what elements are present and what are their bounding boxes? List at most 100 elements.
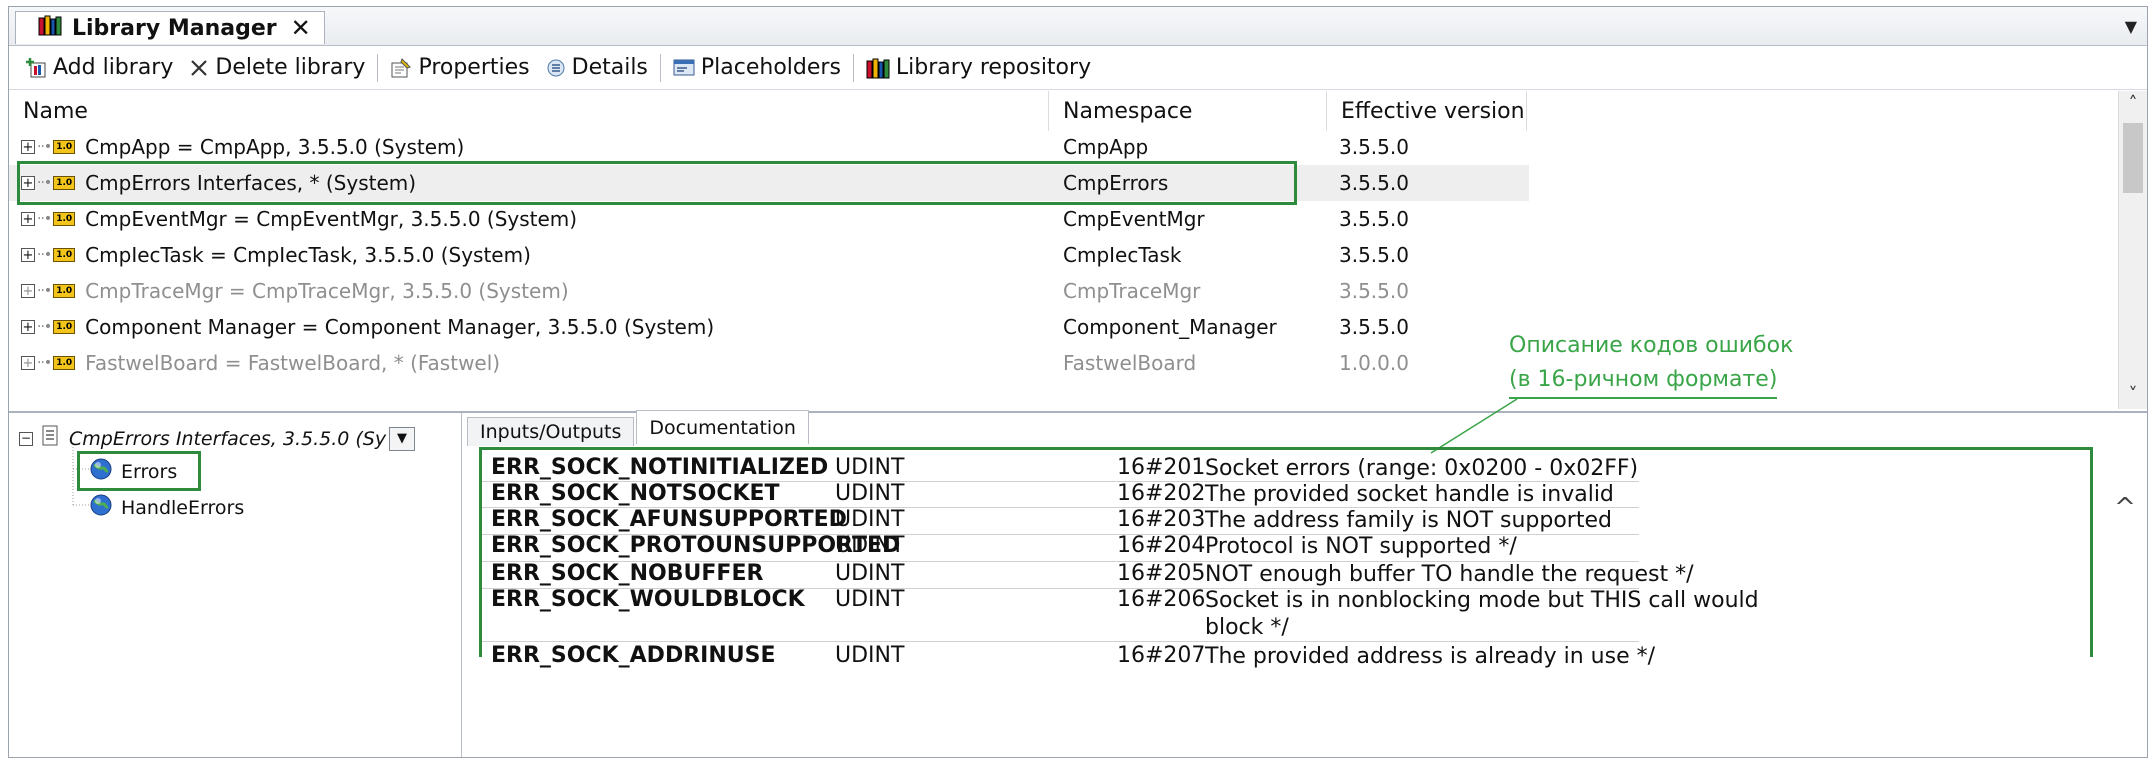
- expand-icon[interactable]: +: [21, 320, 35, 334]
- tree-connector: ··•: [37, 355, 52, 371]
- scroll-down-icon[interactable]: ˅: [2119, 384, 2147, 405]
- library-version: 3.5.5.0: [1339, 135, 1409, 159]
- scroll-up-icon[interactable]: ^: [2103, 493, 2147, 523]
- toolbar-separator: [377, 53, 379, 82]
- library-version-icon: 1.0: [53, 248, 76, 262]
- column-header-name[interactable]: Name: [9, 91, 1049, 131]
- tab-library-manager[interactable]: Library Manager ✕: [15, 11, 325, 44]
- toolbar-separator: [659, 53, 661, 82]
- tree-root[interactable]: − CmpErrors Interfaces, 3.5.5.0 (Sy ▼: [19, 425, 415, 452]
- properties-icon: [390, 57, 412, 79]
- library-namespace: FastwelBoard: [1063, 351, 1197, 375]
- expand-icon[interactable]: +: [21, 140, 35, 154]
- add-library-button[interactable]: Add library: [17, 50, 181, 86]
- details-label: Details: [571, 55, 648, 80]
- library-version: 3.5.5.0: [1339, 171, 1409, 195]
- library-namespace: CmpApp: [1063, 135, 1149, 159]
- tab-list-dropdown-icon[interactable]: ▼: [2125, 17, 2137, 36]
- annotation-line-1: Описание кодов ошибок: [1509, 333, 1794, 358]
- highlight-box-error-codes: [479, 447, 2093, 657]
- globe-icon: [89, 493, 113, 522]
- library-version-icon: 1.0: [53, 212, 76, 226]
- library-row[interactable]: + ··• 1.0 Component Manager = Component Man…: [9, 309, 1529, 345]
- expand-icon[interactable]: +: [21, 212, 35, 226]
- document-icon: [41, 425, 61, 452]
- tree-connector: ··•: [37, 319, 52, 335]
- expand-icon[interactable]: +: [21, 248, 35, 262]
- library-row[interactable]: + ··• 1.0 CmpTraceMgr = CmpTraceMgr, 3.5.5.…: [9, 273, 1529, 309]
- tab-title: Library Manager: [72, 15, 277, 41]
- library-row[interactable]: + ··• 1.0 CmpIecTask = CmpIecTask, 3.5.5.0 …: [9, 237, 1529, 273]
- add-library-label: Add library: [53, 55, 174, 80]
- tree-connector: ··•: [37, 211, 52, 227]
- annotation-line-2: (в 16-ричном формате): [1509, 363, 1778, 399]
- library-name: Component Manager = Component Manager, 3…: [85, 315, 715, 339]
- collapse-icon[interactable]: −: [19, 431, 33, 446]
- sub-tabs: Inputs/Outputs Documentation: [467, 410, 811, 446]
- library-name: CmpIecTask = CmpIecTask, 3.5.5.0 (System…: [85, 243, 531, 267]
- library-tree: − CmpErrors Interfaces, 3.5.5.0 (Sy ▼ Er…: [9, 413, 462, 757]
- library-name: FastwelBoard = FastwelBoard, * (Fastwel): [85, 351, 501, 375]
- annotation-text: Описание кодов ошибок (в 16-ричном форма…: [1509, 329, 1793, 399]
- library-version-icon: 1.0: [53, 320, 76, 334]
- library-version: 1.0.0.0: [1339, 351, 1409, 375]
- expand-icon[interactable]: +: [21, 284, 35, 298]
- toolbar-separator: [852, 53, 854, 82]
- column-header-namespace[interactable]: Namespace: [1049, 91, 1327, 131]
- tree-root-label: CmpErrors Interfaces, 3.5.5.0 (Sy: [69, 427, 387, 450]
- highlight-box-selected-library: [17, 161, 1297, 205]
- editor-tab-strip: Library Manager ✕ ▼: [9, 7, 2147, 46]
- delete-library-button[interactable]: Delete library: [181, 50, 373, 86]
- library-version-icon: 1.0: [53, 140, 76, 154]
- documentation-pane: Inputs/Outputs Documentation ERR_SOCK_NO…: [463, 410, 2147, 757]
- tree-root-dropdown-button[interactable]: ▼: [389, 426, 415, 451]
- library-version-icon: 1.0: [53, 356, 76, 370]
- library-name: CmpApp = CmpApp, 3.5.5.0 (System): [85, 135, 465, 159]
- highlight-box-errors: [77, 451, 201, 491]
- toolbar: Add library Delete library Properties De…: [9, 46, 2147, 90]
- delete-library-label: Delete library: [215, 55, 366, 80]
- documentation-scrollbar[interactable]: ^: [2103, 447, 2147, 757]
- library-manager-window: Library Manager ✕ ▼ Add library Delete l…: [8, 6, 2148, 758]
- library-namespace: CmpIecTask: [1063, 243, 1182, 267]
- placeholders-icon: [673, 58, 695, 78]
- tab-inputs-outputs[interactable]: Inputs/Outputs: [467, 417, 635, 446]
- delete-icon: [189, 58, 209, 78]
- library-version: 3.5.5.0: [1339, 207, 1409, 231]
- details-button[interactable]: Details: [538, 50, 656, 86]
- library-namespace: Component_Manager: [1063, 315, 1277, 339]
- scroll-up-icon[interactable]: ˄: [2119, 93, 2147, 114]
- library-row[interactable]: + ··• 1.0 CmpEventMgr = CmpEventMgr, 3.5.5.…: [9, 201, 1529, 237]
- tree-connector: ··•: [37, 283, 52, 299]
- add-library-icon: [25, 57, 47, 79]
- tree-connector: ··•: [37, 247, 52, 263]
- close-tab-icon[interactable]: ✕: [291, 14, 311, 42]
- library-row[interactable]: + ··• 1.0 CmpApp = CmpApp, 3.5.5.0 (System)…: [9, 129, 1529, 165]
- tree-connector: ··•: [37, 139, 52, 155]
- column-header-effective-version[interactable]: Effective version: [1327, 91, 1527, 131]
- library-version-icon: 1.0: [53, 284, 76, 298]
- library-namespace: CmpTraceMgr: [1063, 279, 1201, 303]
- tab-documentation[interactable]: Documentation: [636, 410, 809, 444]
- library-row[interactable]: + ··• 1.0 FastwelBoard = FastwelBoard, * (F…: [9, 345, 1529, 381]
- properties-label: Properties: [418, 55, 530, 80]
- tree-item-handleerrors[interactable]: HandleErrors: [89, 493, 244, 522]
- library-icon: [38, 14, 62, 42]
- placeholders-button[interactable]: Placeholders: [665, 50, 849, 86]
- placeholders-label: Placeholders: [700, 55, 841, 80]
- library-name: CmpTraceMgr = CmpTraceMgr, 3.5.5.0 (Syst…: [85, 279, 569, 303]
- library-repository-button[interactable]: Library repository: [858, 50, 1099, 86]
- details-icon: [546, 58, 566, 78]
- properties-button[interactable]: Properties: [382, 50, 537, 86]
- list-vertical-scrollbar[interactable]: ˄ ˅: [2118, 91, 2147, 409]
- expand-icon[interactable]: +: [21, 356, 35, 370]
- tree-item-label: HandleErrors: [121, 496, 245, 519]
- library-name: CmpEventMgr = CmpEventMgr, 3.5.5.0 (Syst…: [85, 207, 578, 231]
- list-header: Name Namespace Effective version: [9, 91, 1529, 131]
- library-namespace: CmpEventMgr: [1063, 207, 1205, 231]
- library-list: Name Namespace Effective version + ··• 1.0…: [9, 91, 2147, 413]
- library-repository-label: Library repository: [895, 55, 1092, 80]
- library-repository-icon: [866, 57, 890, 79]
- library-version: 3.5.5.0: [1339, 279, 1409, 303]
- scrollbar-thumb[interactable]: [2123, 123, 2143, 193]
